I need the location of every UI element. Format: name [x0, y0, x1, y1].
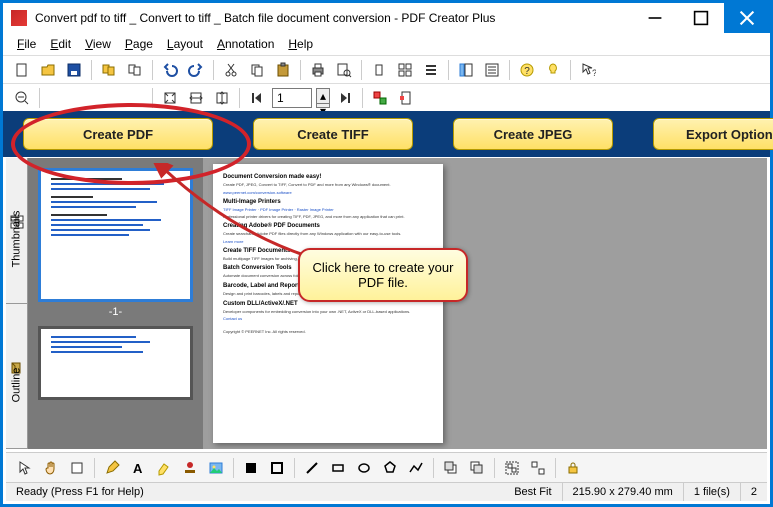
- create-pdf-button[interactable]: Create PDF: [23, 118, 213, 150]
- outline-tab-label: Outline: [11, 367, 23, 402]
- fill-black-icon[interactable]: [240, 457, 262, 479]
- minimize-button[interactable]: [632, 3, 678, 33]
- doc-heading: Document Conversion made easy!: [223, 174, 433, 180]
- document-preview[interactable]: Document Conversion made easy! Create PD…: [203, 158, 767, 449]
- help-icon[interactable]: ?: [516, 59, 538, 81]
- view-list-icon[interactable]: [420, 59, 442, 81]
- svg-text:?: ?: [524, 66, 530, 77]
- menu-view[interactable]: View: [79, 35, 117, 53]
- stamp-icon[interactable]: [179, 457, 201, 479]
- thumbnail-page-1[interactable]: [38, 168, 193, 302]
- paste-icon[interactable]: [272, 59, 294, 81]
- polyline-icon[interactable]: [405, 457, 427, 479]
- create-jpeg-button[interactable]: Create JPEG: [453, 118, 613, 150]
- bring-front-icon[interactable]: [440, 457, 462, 479]
- thumbnails-tab-label: Thumbnails: [11, 211, 23, 268]
- zoom-out-icon[interactable]: [11, 87, 33, 109]
- maximize-button[interactable]: [678, 3, 724, 33]
- content-area: Thumbnails Outline -1-: [6, 158, 767, 449]
- select-tool-icon[interactable]: [369, 87, 391, 109]
- polygon-icon[interactable]: [379, 457, 401, 479]
- close-button[interactable]: [724, 3, 770, 33]
- thumbnail-label-1: -1-: [38, 306, 193, 318]
- tips-icon[interactable]: [542, 59, 564, 81]
- save-icon[interactable]: [63, 59, 85, 81]
- thumbnails-tab[interactable]: Thumbnails: [6, 158, 27, 304]
- side-tabs: Thumbnails Outline: [6, 158, 28, 449]
- thumbnail-page-2[interactable]: [38, 326, 193, 400]
- svg-text:?: ?: [592, 68, 596, 78]
- print-icon[interactable]: [307, 59, 329, 81]
- new-icon[interactable]: [11, 59, 33, 81]
- fit-page-icon[interactable]: [159, 87, 181, 109]
- cut-icon[interactable]: [220, 59, 242, 81]
- line-icon[interactable]: [301, 457, 323, 479]
- outline-tab[interactable]: Outline: [6, 304, 27, 450]
- menu-annotation[interactable]: Annotation: [211, 35, 280, 53]
- page-up-button[interactable]: ▴: [317, 89, 329, 104]
- menu-file[interactable]: File: [11, 35, 42, 53]
- status-bar: Ready (Press F1 for Help) Best Fit 215.9…: [6, 482, 767, 501]
- status-filecount: 1 file(s): [684, 483, 741, 501]
- pointer-tool-icon[interactable]: [14, 457, 36, 479]
- main-toolbar: ? ?: [3, 55, 770, 83]
- note-icon[interactable]: [66, 457, 88, 479]
- thumb-panel-icon[interactable]: [455, 59, 477, 81]
- menu-edit[interactable]: Edit: [44, 35, 77, 53]
- app-icon: [11, 10, 27, 26]
- status-dimensions: 215.90 x 279.40 mm: [563, 483, 684, 501]
- context-help-icon[interactable]: ?: [577, 59, 599, 81]
- text-icon[interactable]: A: [127, 457, 149, 479]
- menu-bar: File Edit View Page Layout Annotation He…: [3, 33, 770, 55]
- zoom-toolbar: 1 ▴ ▾: [3, 83, 770, 111]
- menu-page[interactable]: Page: [119, 35, 159, 53]
- open-icon[interactable]: [37, 59, 59, 81]
- hand-tool-icon[interactable]: [40, 457, 62, 479]
- status-pagecount: 2: [741, 483, 767, 501]
- copy-icon[interactable]: [246, 59, 268, 81]
- send-back-icon[interactable]: [466, 457, 488, 479]
- ellipse-shape-icon[interactable]: [353, 457, 375, 479]
- fit-height-icon[interactable]: [211, 87, 233, 109]
- doc-text: Create PDF, JPEG, Convert to TIFF, Conve…: [223, 182, 433, 188]
- import-pages-icon[interactable]: [98, 59, 120, 81]
- export-pages-icon[interactable]: [124, 59, 146, 81]
- ungroup-icon[interactable]: [527, 457, 549, 479]
- menu-layout[interactable]: Layout: [161, 35, 209, 53]
- pencil-icon[interactable]: [101, 457, 123, 479]
- title-bar: Convert pdf to tiff _ Convert to tiff _ …: [3, 3, 770, 33]
- status-fit: Best Fit: [504, 483, 562, 501]
- callout-tooltip: Click here to create your PDF file.: [298, 248, 468, 302]
- color-tool-icon[interactable]: [395, 87, 417, 109]
- export-button-bar: Create PDF Create TIFF Create JPEG Expor…: [3, 111, 770, 157]
- first-page-icon[interactable]: [246, 87, 268, 109]
- menu-help[interactable]: Help: [282, 35, 319, 53]
- svg-text:A: A: [133, 461, 143, 476]
- image-icon[interactable]: [205, 457, 227, 479]
- fit-width-icon[interactable]: [185, 87, 207, 109]
- view-grid-icon[interactable]: [394, 59, 416, 81]
- window-title: Convert pdf to tiff _ Convert to tiff _ …: [35, 11, 632, 25]
- group-icon[interactable]: [501, 457, 523, 479]
- redo-icon[interactable]: [185, 59, 207, 81]
- thumbnail-panel: -1-: [28, 158, 203, 449]
- highlight-icon[interactable]: [153, 457, 175, 479]
- print-preview-icon[interactable]: [333, 59, 355, 81]
- annotation-toolbar: A: [6, 452, 767, 482]
- rect-shape-icon[interactable]: [327, 457, 349, 479]
- callout-text: Click here to create your PDF file.: [313, 260, 454, 290]
- last-page-icon[interactable]: [334, 87, 356, 109]
- view-single-icon[interactable]: [368, 59, 390, 81]
- status-ready: Ready (Press F1 for Help): [6, 483, 504, 501]
- create-tiff-button[interactable]: Create TIFF: [253, 118, 413, 150]
- page-number-input[interactable]: 1: [272, 88, 312, 108]
- fill-none-icon[interactable]: [266, 457, 288, 479]
- undo-icon[interactable]: [159, 59, 181, 81]
- export-options-button[interactable]: Export Options: [653, 118, 773, 150]
- outline-panel-icon[interactable]: [481, 59, 503, 81]
- lock-icon[interactable]: [562, 457, 584, 479]
